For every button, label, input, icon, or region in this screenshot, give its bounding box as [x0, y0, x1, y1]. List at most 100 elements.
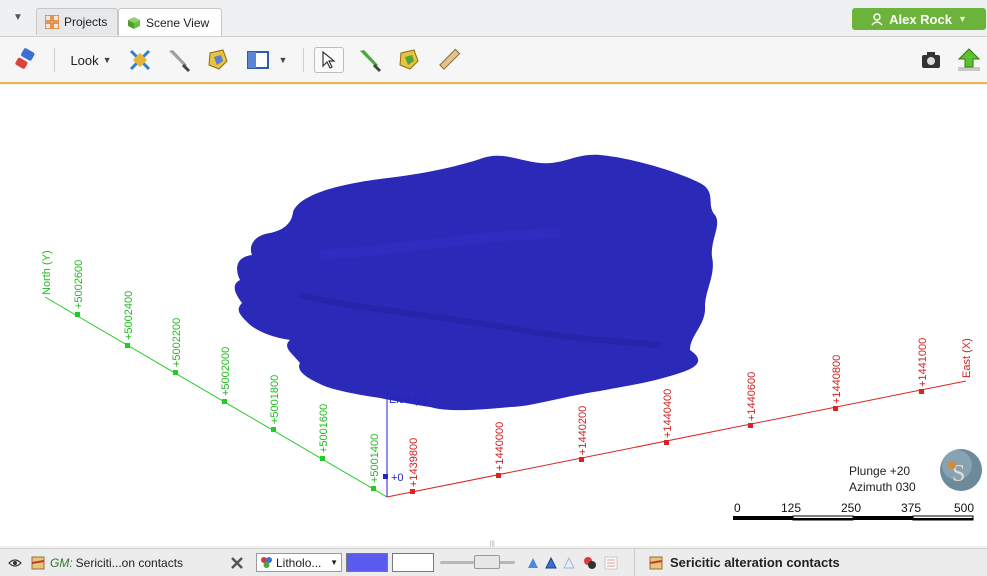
elev-origin-label: +0: [391, 472, 404, 484]
lithology-icon: [261, 557, 272, 568]
model-layer-icon: [649, 556, 663, 569]
properties-button[interactable]: [604, 549, 626, 576]
scale-bar: 0 125 250 375 500: [733, 501, 974, 521]
east-tick-label: +1440800: [831, 355, 843, 404]
layer-prefix: GM:: [50, 555, 73, 570]
tab-bar: ▼ Projects Scene View Alex Rock ▼: [0, 0, 987, 37]
look-label: Look: [70, 52, 99, 68]
split-handle[interactable]: |||: [490, 541, 500, 547]
knife-green-icon: [360, 50, 382, 73]
render-mode-button[interactable]: [544, 549, 560, 576]
east-tick-label: +1440400: [662, 389, 674, 438]
colour-swatch[interactable]: [346, 553, 388, 572]
toolbar-separator: [303, 48, 304, 72]
screenshot-button[interactable]: [918, 47, 944, 73]
slice-select-button[interactable]: [354, 47, 384, 73]
toolbar-separator: [54, 48, 55, 72]
opacity-slider[interactable]: [440, 549, 520, 576]
tab-menu-icon[interactable]: ▼: [10, 10, 26, 26]
statusbar-separator: [634, 549, 635, 576]
secondary-colour-swatch[interactable]: [392, 553, 434, 572]
selected-object-label: Sericitic alteration contacts: [670, 555, 840, 570]
user-name: Alex Rock: [889, 11, 952, 27]
orientation-globe-icon[interactable]: S: [940, 449, 982, 491]
colour-by-label: Litholo...: [276, 555, 322, 570]
chevron-down-icon: ▼: [102, 55, 112, 65]
layout-dropdown[interactable]: ▼: [276, 47, 290, 73]
colour-by-dropdown[interactable]: Litholo... ▼: [256, 553, 342, 572]
scale-tick-label: 500: [954, 501, 974, 515]
camera-icon: [922, 52, 940, 68]
measure-button[interactable]: [434, 47, 464, 73]
east-tick-label: +1440200: [577, 406, 589, 455]
north-tick-label: +5002400: [123, 291, 135, 340]
scene-canvas[interactable]: +5001400 +5001600 +5001800 +5002000 +500…: [0, 85, 987, 546]
tab-scene-view[interactable]: Scene View: [118, 8, 222, 36]
layer-name-label: Sericiti...on contacts: [75, 555, 184, 570]
north-axis-label: North (Y): [41, 250, 53, 295]
visibility-toggle[interactable]: [8, 549, 30, 576]
plunge-readout: Plunge +20: [849, 464, 910, 478]
draw-tool-button[interactable]: [204, 47, 232, 73]
scale-tick-label: 250: [841, 501, 861, 515]
look-dropdown[interactable]: Look ▼: [66, 47, 116, 73]
scene-viewport[interactable]: +5001400 +5001600 +5001800 +5002000 +500…: [0, 85, 987, 546]
chevron-down-icon: ▼: [278, 55, 288, 65]
render-mode-button[interactable]: [562, 549, 578, 576]
tab-scene-view-label: Scene View: [146, 15, 210, 30]
north-tick-label: +5001800: [269, 375, 281, 424]
triangle-outline-icon: [563, 556, 575, 568]
slice-tool-button[interactable]: [164, 47, 192, 73]
east-tick-label: +1440600: [746, 372, 758, 421]
filter-button[interactable]: [582, 549, 600, 576]
east-tick-label: +1440000: [494, 422, 506, 471]
scale-tick-label: 375: [901, 501, 921, 515]
scale-tick-label: 125: [781, 501, 801, 515]
remove-layer-button[interactable]: [230, 549, 250, 576]
publish-button[interactable]: [954, 47, 984, 73]
layout-icon: [247, 51, 269, 69]
upload-icon: [957, 48, 981, 71]
alteration-surface[interactable]: [234, 154, 718, 411]
paint-icon: [584, 556, 596, 569]
user-icon: [871, 12, 883, 25]
north-tick-label: +5001400: [369, 434, 381, 483]
triangle-mesh-icon: [545, 556, 557, 568]
polygon-select-button[interactable]: [394, 47, 424, 73]
select-tool-button[interactable]: [314, 47, 344, 73]
render-mode-button[interactable]: [526, 549, 542, 576]
projects-icon: [45, 15, 59, 29]
east-tick-label: +1439800: [408, 438, 420, 487]
elev-axis-origin-marker: [383, 474, 388, 479]
chevron-down-icon: ▼: [330, 558, 338, 567]
section-tool-button[interactable]: [126, 47, 154, 73]
eraser-icon: [15, 48, 35, 69]
north-tick-label: +5001600: [318, 404, 330, 453]
east-axis-label: East (X): [961, 338, 973, 378]
north-tick-label: +5002600: [73, 260, 85, 309]
eye-icon: [8, 558, 22, 567]
scale-tick-label: 0: [734, 501, 741, 515]
elev-axis-label: Elev (Z): [389, 394, 428, 406]
polygon-green-icon: [399, 49, 419, 70]
opacity-slider-track: [440, 555, 515, 569]
user-menu-button[interactable]: Alex Rock ▼: [852, 8, 986, 30]
chevron-down-icon: ▼: [957, 14, 967, 24]
knife-icon: [169, 50, 191, 73]
section-icon: [129, 49, 151, 71]
ruler-icon: [439, 48, 461, 70]
shape-list-bar: GM: Sericiti...on contacts Litholo... ▼: [0, 548, 987, 576]
scene-toolbar: Look ▼ ▼: [0, 37, 987, 84]
layer-name[interactable]: GM: Sericiti...on contacts: [50, 549, 220, 576]
tab-projects[interactable]: Projects: [36, 8, 118, 35]
tab-projects-label: Projects: [64, 15, 108, 29]
eraser-button[interactable]: [12, 47, 38, 73]
cube-icon: [128, 16, 140, 29]
opacity-slider-thumb[interactable]: [474, 555, 500, 569]
cursor-icon: [322, 51, 336, 69]
layout-button[interactable]: [244, 47, 272, 73]
selected-object: Sericitic alteration contacts: [648, 549, 978, 576]
model-layer-icon: [31, 556, 45, 569]
east-tick-label: +1441000: [917, 338, 929, 387]
layer-icon-cell: [30, 549, 48, 576]
